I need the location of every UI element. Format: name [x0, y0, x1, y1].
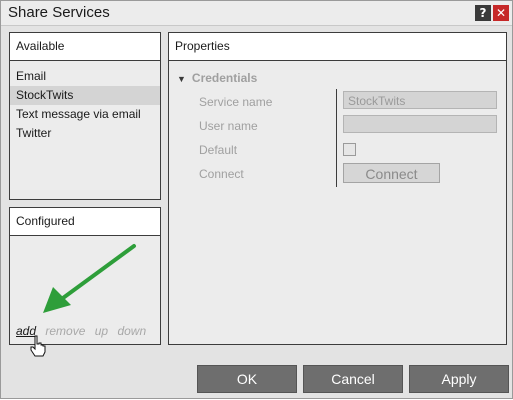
share-services-dialog: Share Services ? ✕ Available Email Stock… [0, 0, 513, 399]
hand-cursor-icon [30, 335, 46, 357]
annotation-arrow-icon [43, 244, 136, 313]
